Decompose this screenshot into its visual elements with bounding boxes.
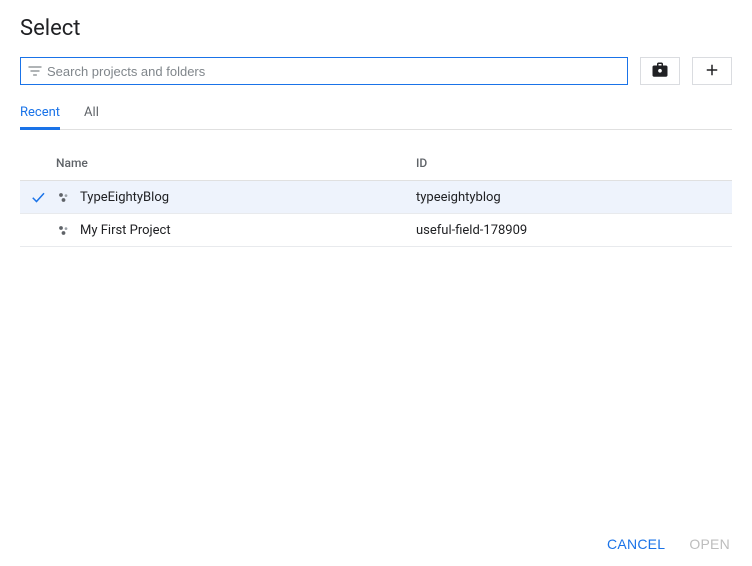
- open-button[interactable]: OPEN: [689, 536, 730, 552]
- dialog-footer: CANCEL OPEN: [607, 536, 730, 552]
- header-name: Name: [56, 156, 416, 170]
- tab-recent[interactable]: Recent: [20, 99, 60, 129]
- header-id: ID: [416, 156, 732, 170]
- project-id: useful-field-178909: [416, 223, 732, 238]
- project-icon: [56, 190, 80, 205]
- check-icon: [20, 188, 56, 206]
- view-options-button[interactable]: [640, 57, 680, 85]
- dialog-title: Select: [20, 16, 732, 41]
- projects-table: Name ID TypeEightyBlog typeeightyblog My…: [20, 146, 732, 247]
- tabs: Recent All: [20, 99, 732, 130]
- search-container: [20, 57, 628, 85]
- project-name: TypeEightyBlog: [80, 190, 416, 205]
- filter-icon: [27, 63, 43, 79]
- new-project-button[interactable]: [692, 57, 732, 85]
- table-header: Name ID: [20, 146, 732, 181]
- project-name: My First Project: [80, 223, 416, 238]
- briefcase-gear-icon: [651, 61, 669, 82]
- cancel-button[interactable]: CANCEL: [607, 536, 665, 552]
- search-input[interactable]: [47, 58, 621, 84]
- toolbar: [20, 57, 732, 85]
- tab-all[interactable]: All: [84, 99, 99, 129]
- project-icon: [56, 223, 80, 238]
- plus-icon: [703, 61, 721, 82]
- table-row[interactable]: My First Project useful-field-178909: [20, 214, 732, 247]
- table-row[interactable]: TypeEightyBlog typeeightyblog: [20, 181, 732, 214]
- project-id: typeeightyblog: [416, 190, 732, 205]
